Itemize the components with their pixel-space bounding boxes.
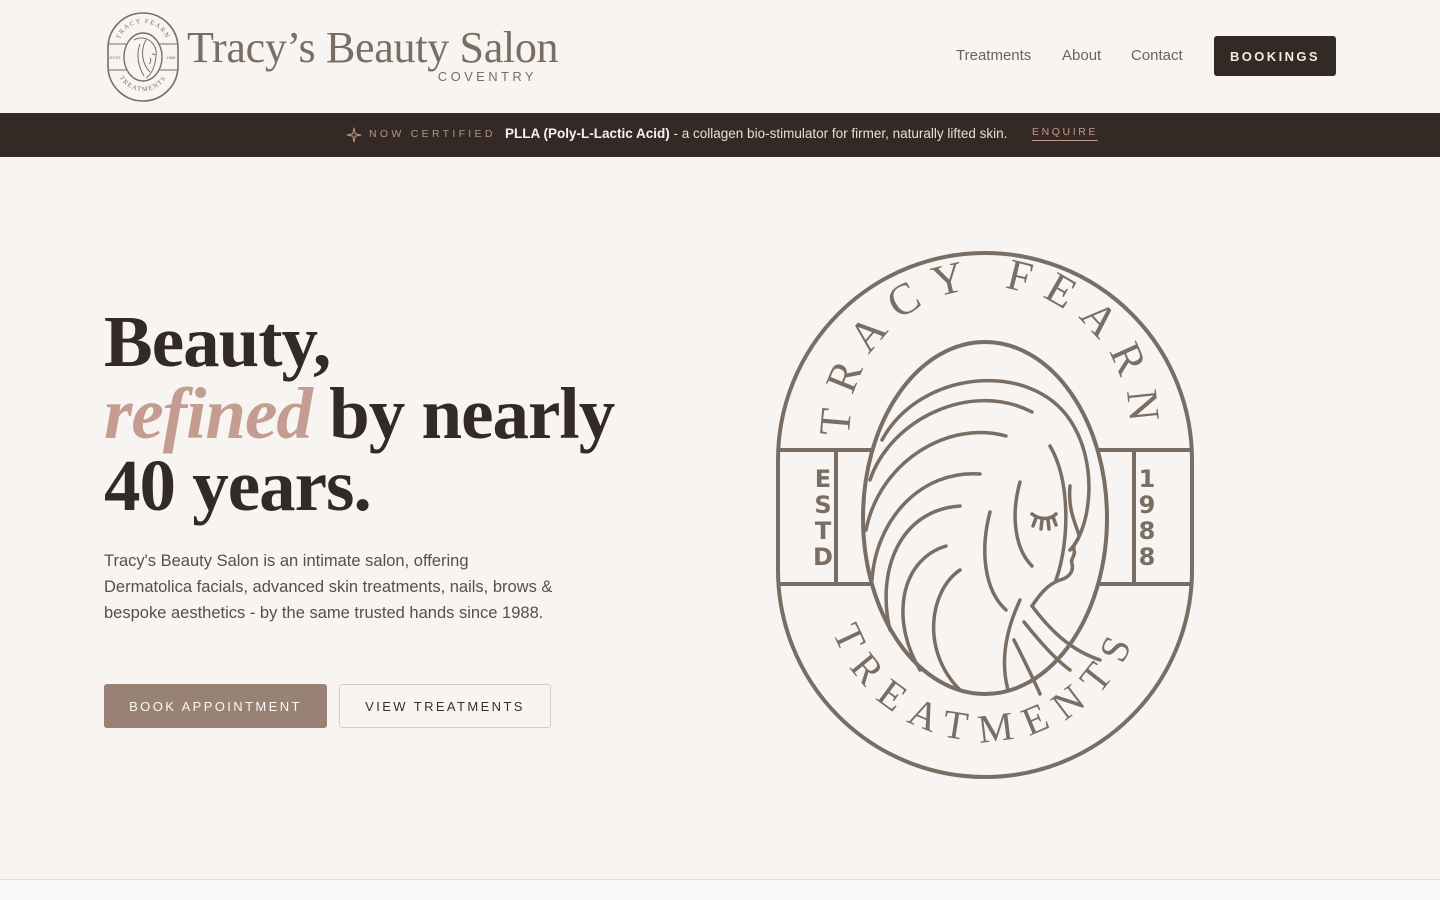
bookings-button[interactable]: BOOKINGS: [1214, 36, 1336, 76]
badge-year-text: 1988: [167, 55, 177, 60]
nav-link-about[interactable]: About: [1062, 45, 1101, 67]
nav-link-treatments[interactable]: Treatments: [956, 45, 1031, 67]
brand-text: Tracy’s Beauty Salon COVENTRY: [187, 10, 559, 102]
estd-letter-d: D: [813, 543, 833, 571]
book-appointment-button[interactable]: BOOK APPOINTMENT: [104, 684, 327, 728]
enquire-link[interactable]: ENQUIRE: [1032, 126, 1099, 141]
hero-title-rest: by nearly: [311, 373, 615, 454]
estd-letter-e: E: [815, 465, 831, 493]
hero-description: Tracy's Beauty Salon is an intimate salo…: [104, 552, 553, 622]
year-digit-8b: 8: [1139, 543, 1156, 571]
announcement-highlight: PLLA (Poly-L-Lactic Acid): [505, 126, 670, 141]
hero-title-line3: 40 years.: [104, 445, 372, 526]
estd-letter-t: T: [815, 517, 832, 545]
year-digit-9: 9: [1139, 491, 1156, 519]
sparkle-icon: [346, 127, 362, 143]
hero-title: Beauty, refined by nearly 40 years.: [104, 305, 664, 522]
hero-title-accent: refined: [104, 373, 313, 454]
site-header: TRACY FEARN TREATMENTS ESTD 1988 Tracy’s…: [0, 0, 1440, 113]
year-digit-8a: 8: [1139, 517, 1156, 545]
brand-name: Tracy’s Beauty Salon: [187, 23, 559, 72]
announcement-bar: NOW CERTIFIED PLLA (Poly-L-Lactic Acid) …: [0, 113, 1440, 157]
announcement-tag: NOW CERTIFIED: [369, 128, 496, 140]
salon-badge-logo: TRACY FEARN TREATMENTS ESTD 1988: [107, 12, 179, 102]
announcement-text: - a collagen bio-stimulator for firmer, …: [669, 126, 1008, 141]
salon-emblem: TRACY FEARN TREATMENTS E S T D 1 9 8 8: [776, 250, 1194, 779]
view-treatments-button[interactable]: VIEW TREATMENTS: [339, 684, 551, 728]
brand-logo-link[interactable]: TRACY FEARN TREATMENTS ESTD 1988 Tracy’s…: [106, 10, 559, 102]
estd-letter-s: S: [814, 491, 831, 519]
nav-link-contact[interactable]: Contact: [1131, 45, 1183, 67]
badge-estd-text: ESTD: [110, 55, 121, 60]
hero-title-line1: Beauty,: [104, 301, 331, 382]
section-divider: [0, 879, 1440, 900]
year-digit-1: 1: [1139, 465, 1156, 493]
brand-location: COVENTRY: [437, 69, 537, 84]
announcement-message: PLLA (Poly-L-Lactic Acid) - a collagen b…: [505, 126, 1007, 141]
